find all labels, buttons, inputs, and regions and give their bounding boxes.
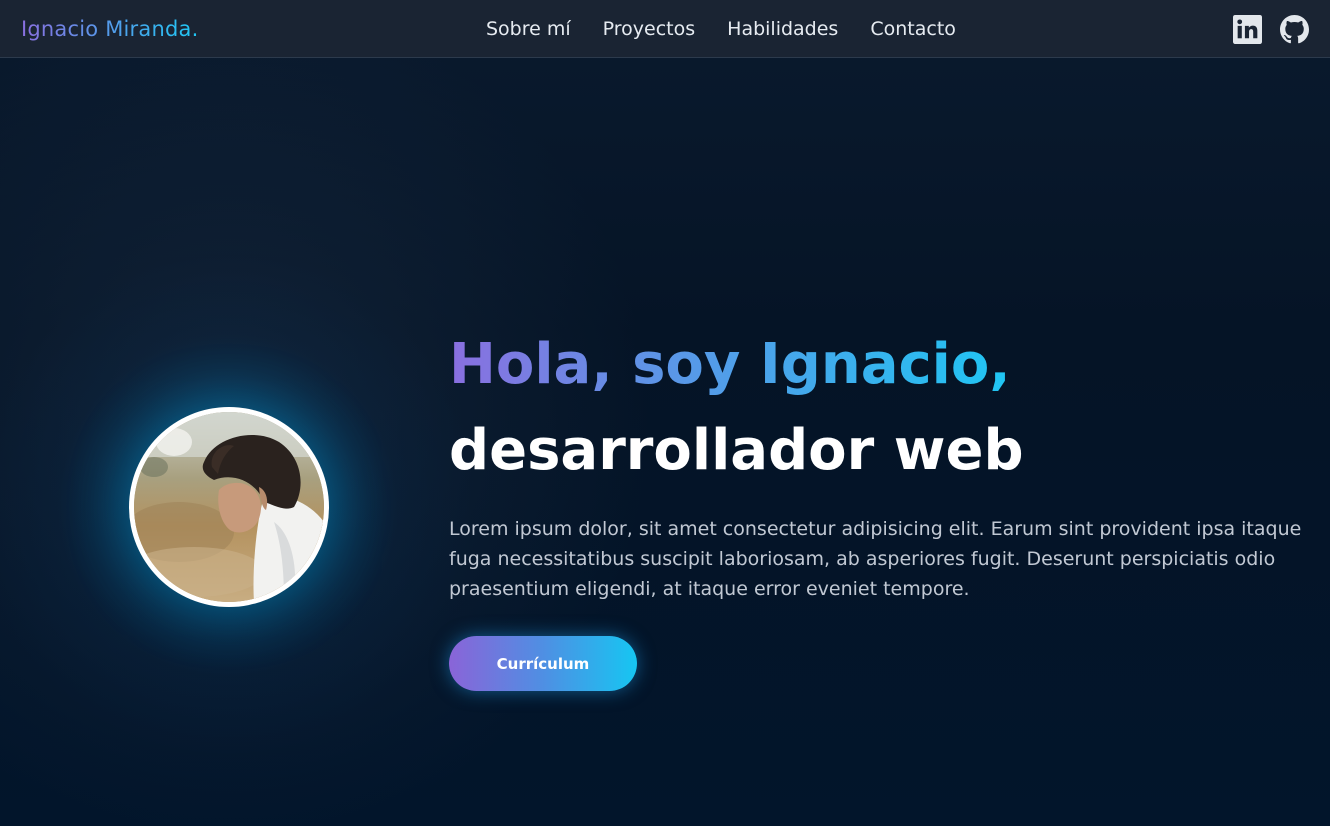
nav-link-habilidades[interactable]: Habilidades bbox=[727, 14, 838, 44]
nav-link-sobre-mi[interactable]: Sobre mí bbox=[486, 14, 571, 44]
profile-photo-frame bbox=[129, 407, 329, 607]
curriculum-button[interactable]: Currículum bbox=[449, 636, 637, 691]
navbar: Ignacio Miranda. Sobre mí Proyectos Habi… bbox=[0, 0, 1330, 58]
brand-logo[interactable]: Ignacio Miranda. bbox=[21, 14, 198, 44]
github-icon[interactable] bbox=[1280, 15, 1309, 44]
profile-photo bbox=[134, 412, 324, 602]
nav-link-proyectos[interactable]: Proyectos bbox=[603, 14, 696, 44]
page: Ignacio Miranda. Sobre mí Proyectos Habi… bbox=[0, 0, 1330, 826]
nav-links: Sobre mí Proyectos Habilidades Contacto bbox=[486, 14, 956, 44]
profile-photo-image bbox=[134, 412, 324, 602]
hero-greeting: Hola, soy Ignacio, bbox=[449, 330, 1011, 400]
linkedin-icon[interactable] bbox=[1233, 15, 1262, 44]
hero-role: desarrollador web bbox=[449, 418, 1024, 483]
hero-description: Lorem ipsum dolor, sit amet consectetur … bbox=[449, 518, 1302, 600]
nav-link-contacto[interactable]: Contacto bbox=[870, 14, 956, 44]
social-links bbox=[1233, 15, 1309, 44]
